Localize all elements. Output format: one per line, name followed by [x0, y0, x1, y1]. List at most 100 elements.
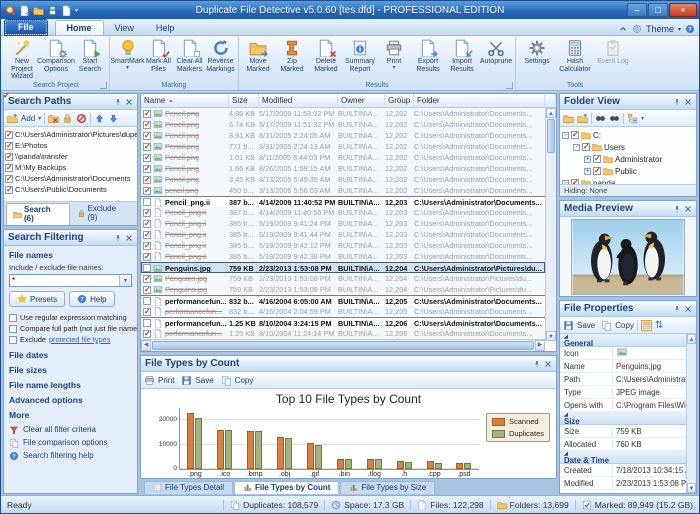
copy-icon[interactable]	[221, 375, 232, 386]
close-button[interactable]: ×	[669, 3, 697, 17]
property-row[interactable]: General	[560, 334, 686, 347]
file-row[interactable]: Pencil.png 4.86 KB 5/17/2009 11:53:02 PM…	[141, 108, 545, 119]
ribbon-button[interactable]: Mark All Files	[143, 38, 174, 73]
row-checkbox[interactable]	[143, 187, 151, 195]
path-checkbox[interactable]	[5, 142, 13, 150]
new-project-icon[interactable]	[19, 5, 30, 16]
row-checkbox[interactable]	[143, 220, 151, 228]
filter-section-header[interactable]: Advanced options	[9, 395, 132, 405]
sort-az-icon[interactable]: ⇅	[655, 320, 663, 331]
tree-node[interactable]: + Public	[562, 165, 694, 177]
filter-checkbox-row[interactable]: Compare full path (not just file name)	[9, 323, 132, 334]
dialog-launcher-icon[interactable]	[100, 82, 107, 89]
ribbon-button[interactable]: Delete Marked	[309, 38, 343, 73]
scroll-left-icon[interactable]: ◀	[141, 340, 151, 351]
file-row[interactable]: performancefun... 1.25 KB 8/10/2004 3:24…	[141, 317, 545, 328]
open-project-icon[interactable]	[33, 5, 44, 16]
theme-icon[interactable]	[632, 24, 642, 34]
filter-section-header[interactable]: File dates	[9, 350, 132, 360]
add-path-icon[interactable]	[7, 113, 18, 124]
folder-icon[interactable]	[577, 113, 588, 124]
filter-checkbox-row[interactable]: Exclude protected file types	[9, 334, 132, 345]
column-modified[interactable]: Modified	[259, 94, 338, 107]
file-row[interactable]: Pencil_png.ii 387 b... 4/14/2009 11:40:5…	[141, 207, 545, 218]
file-row[interactable]: Pencil.png 1.01 KB 8/11/2005 8:44:03 PM …	[141, 152, 545, 163]
scroll-up-icon[interactable]: ▲	[546, 108, 556, 118]
filter-section-header[interactable]: File sizes	[9, 365, 132, 375]
paths-tab[interactable]: Search (6)	[6, 203, 70, 225]
path-checkbox[interactable]	[5, 186, 13, 194]
row-checkbox[interactable]	[143, 198, 151, 206]
property-row[interactable]: Created 7/18/2013 10:34:15 AM	[560, 464, 686, 477]
save-project-icon[interactable]	[47, 5, 58, 16]
path-checkbox[interactable]	[5, 164, 13, 172]
expand-icon[interactable]: +	[584, 168, 591, 175]
presets-button[interactable]: Presets	[9, 291, 65, 307]
print-label[interactable]: Print	[158, 376, 174, 385]
row-checkbox[interactable]	[143, 209, 151, 217]
tree-options-icon[interactable]	[627, 113, 638, 124]
ribbon-button[interactable]: Event Log	[594, 38, 632, 66]
row-checkbox[interactable]	[143, 176, 151, 184]
ribbon-button[interactable]: Export Results	[411, 38, 445, 73]
file-row[interactable]: performancefun... 1.25 KB 8/10/2004 11:2…	[141, 328, 545, 339]
row-checkbox[interactable]	[143, 242, 151, 250]
tree-node[interactable]: - Users	[562, 141, 694, 153]
ribbon-tab[interactable]: Help	[145, 21, 186, 35]
file-row[interactable]: pencil.png 450 b... 3/13/2006 5:56:03 AM…	[141, 185, 545, 196]
tree-checkbox[interactable]	[571, 131, 579, 139]
column-folder[interactable]: Folder	[414, 94, 545, 107]
filter-action-link[interactable]: Clear all filter criteria	[9, 423, 132, 436]
row-checkbox[interactable]	[143, 253, 151, 261]
filter-action-link[interactable]: File comparison options	[9, 436, 132, 449]
pin-icon[interactable]	[533, 360, 541, 368]
file-row[interactable]: Pencil.png 6.74 KB 5/17/2009 11:51:32 PM…	[141, 119, 545, 130]
search-path-item[interactable]: C:\Users\Public\Documents	[5, 184, 136, 195]
expand-icon[interactable]: -	[573, 144, 580, 151]
column-size[interactable]: Size	[229, 94, 259, 107]
help-button[interactable]: Help	[69, 291, 114, 307]
pin-icon[interactable]	[114, 98, 122, 106]
maximize-button[interactable]: □	[648, 3, 668, 17]
property-row[interactable]: Opens with C:\Program Files\Windo...	[560, 399, 686, 412]
file-tab[interactable]: File	[5, 20, 47, 35]
ribbon-button[interactable]: SmartMark▾	[112, 38, 143, 71]
chart-tab[interactable]: File Types by Count	[234, 481, 339, 494]
property-row[interactable]: Type JPEG image	[560, 386, 686, 399]
ribbon-tab[interactable]: View	[104, 21, 145, 35]
properties-scrollbar[interactable]: ▲ ▼	[686, 334, 696, 493]
file-row[interactable]: Pencil.png 8.91 KB 8/31/2005 2:24:05 AM …	[141, 130, 545, 141]
close-panel-icon[interactable]	[125, 98, 133, 106]
search-path-item[interactable]: \\panda\transfer	[5, 151, 136, 162]
property-row[interactable]: Allocated 760 KB	[560, 438, 686, 451]
file-row[interactable]: Penguins.jpg 759 KB 2/23/2013 1:53:08 PM…	[141, 262, 545, 273]
export-icon[interactable]	[61, 5, 72, 16]
search-path-item[interactable]: M:\My Backups	[5, 162, 136, 173]
file-row[interactable]: Penguins.jpg 759 KB 2/23/2013 1:53:08 PM…	[141, 273, 545, 284]
theme-caret-icon[interactable]: ▾	[678, 26, 681, 33]
ribbon-button[interactable]: Settings	[518, 38, 556, 66]
file-row[interactable]: Pencil_png.ii 387 b... 4/14/2009 11:40:5…	[141, 196, 545, 207]
ribbon-button[interactable]: New Project Wizard	[5, 38, 39, 81]
collapse-ribbon-icon[interactable]	[618, 24, 628, 34]
paths-tab[interactable]: Exclude (9)	[70, 202, 135, 225]
copy-label[interactable]: Copy	[615, 321, 634, 330]
row-checkbox[interactable]	[143, 121, 151, 129]
path-checkbox[interactable]	[5, 131, 13, 139]
save-icon[interactable]	[563, 320, 574, 331]
tree-dropdown-icon[interactable]: ▾	[641, 115, 644, 122]
combo-dropdown-icon[interactable]: ▾	[119, 275, 131, 286]
block-path-icon[interactable]	[76, 113, 87, 124]
save-label[interactable]: Save	[577, 321, 595, 330]
file-names-section[interactable]: File names	[9, 250, 132, 260]
move-up-icon[interactable]	[94, 113, 105, 124]
pin-icon[interactable]	[673, 98, 681, 106]
filter-section-header[interactable]: More	[9, 410, 132, 420]
property-row[interactable]: Icon	[560, 347, 686, 360]
row-checkbox[interactable]	[143, 132, 151, 140]
move-down-icon[interactable]	[108, 113, 119, 124]
path-checkbox[interactable]	[5, 153, 13, 161]
filter-checkbox[interactable]	[9, 336, 17, 344]
scroll-down-icon[interactable]: ▼	[687, 483, 696, 493]
column-name[interactable]: Name▲	[141, 94, 229, 107]
